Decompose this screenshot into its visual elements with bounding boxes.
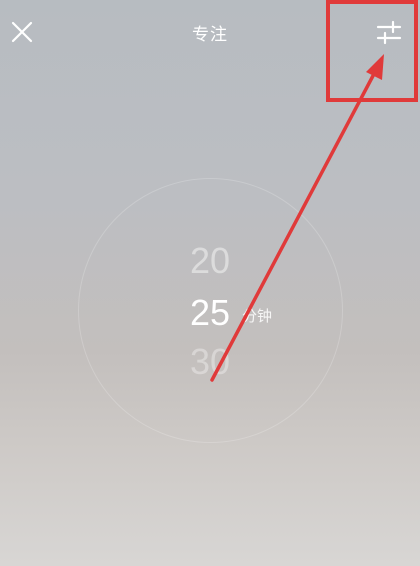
duration-unit-label: 分钟 (242, 307, 273, 325)
picker-option-next[interactable]: 30 (0, 341, 420, 383)
duration-picker: 20 25 30 分钟 (0, 0, 420, 566)
picker-option-prev[interactable]: 20 (0, 240, 420, 282)
picker-option-selected[interactable]: 25 (0, 292, 420, 334)
